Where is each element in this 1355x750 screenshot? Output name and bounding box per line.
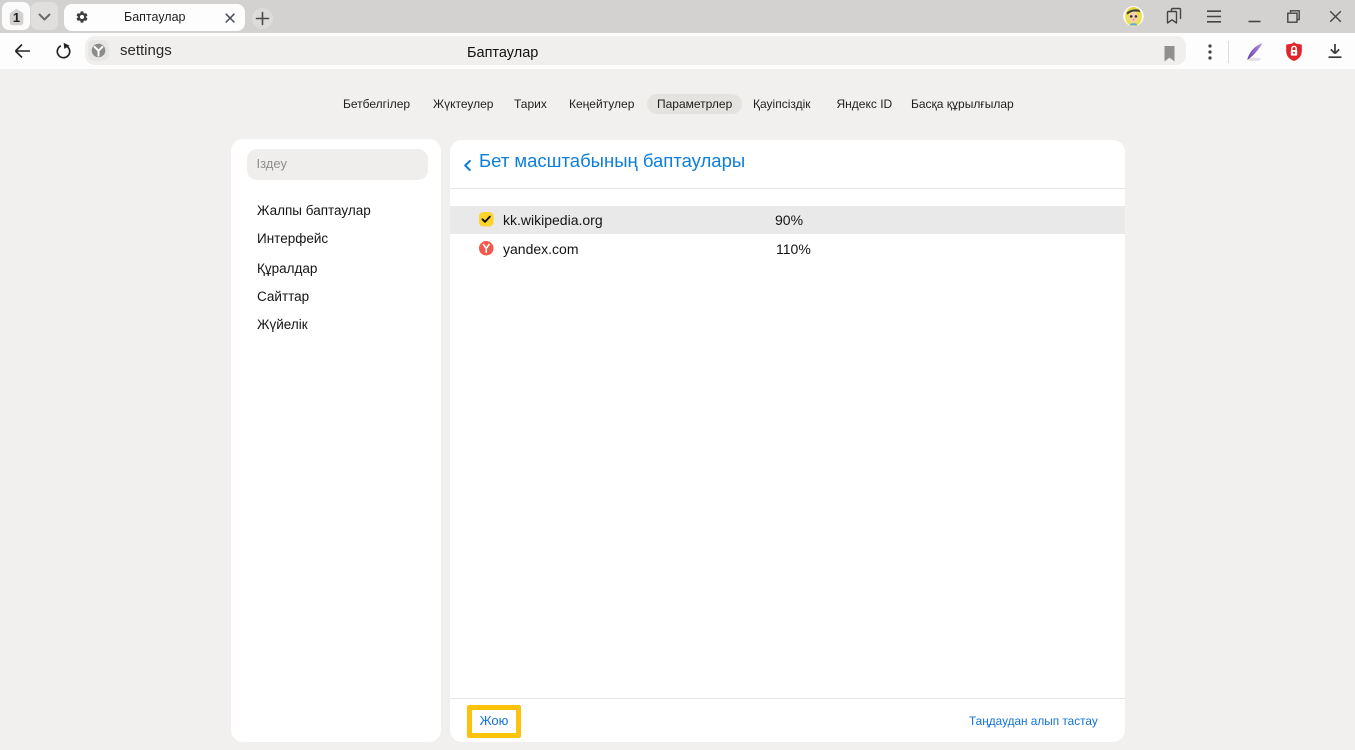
svg-text:1: 1	[13, 10, 20, 25]
